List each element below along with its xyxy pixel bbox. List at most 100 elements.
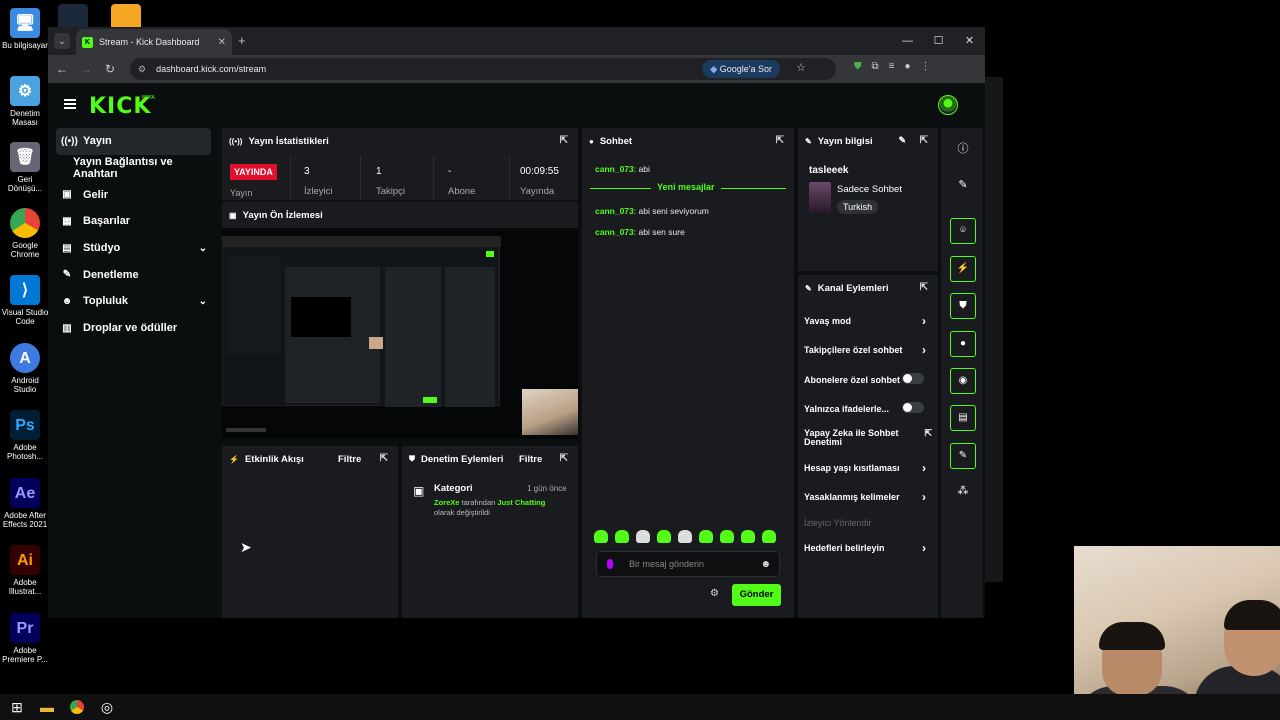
emoji-icon[interactable]: ☻ <box>760 559 771 570</box>
sidebar-item-denetleme[interactable]: ✎ Denetleme <box>56 261 211 288</box>
site-info-icon[interactable]: ⚙ <box>138 64 146 75</box>
minimize-icon[interactable]: — <box>892 27 923 55</box>
emote-icon[interactable] <box>741 530 755 543</box>
emote-icon[interactable] <box>720 530 734 543</box>
emote-icon[interactable] <box>762 530 776 543</box>
uptime-stat: 00:09:55 Yayında <box>520 166 559 197</box>
chat-settings-icon[interactable]: ⚙ <box>710 588 719 599</box>
start-icon[interactable]: ⊞ <box>4 696 30 718</box>
reload-icon[interactable]: ↻ <box>98 62 122 76</box>
sidebar-item-stream-key[interactable]: Yayın Bağlantısı ve Anahtarı <box>56 155 211 182</box>
edit-pencil-icon[interactable]: ✎ <box>950 178 976 191</box>
emote-icon[interactable] <box>699 530 713 543</box>
desktop-icon-premiere[interactable]: Pr Adobe Premiere P... <box>0 613 50 664</box>
emote-icon[interactable] <box>657 530 671 543</box>
chevron-right-icon: › <box>922 314 926 328</box>
profile-icon[interactable]: ● <box>904 61 910 72</box>
desktop-icon-computer[interactable]: 🖥 Bu bilgisayar <box>0 8 50 50</box>
taskbar-app-icon[interactable]: ◎ <box>94 696 120 718</box>
category-thumbnail[interactable] <box>809 182 831 212</box>
action-banned-words[interactable]: Yasaklanmış kelimeler › <box>804 490 932 504</box>
sidebar-item-studyo[interactable]: ▤ Stüdyo ⌄ <box>56 235 211 262</box>
action-emotes-only[interactable]: Yalnızca ifadelerle... <box>804 402 932 414</box>
chat-icon[interactable]: ● <box>950 331 976 357</box>
desktop-icon-chrome[interactable]: Google Chrome <box>0 208 50 259</box>
close-window-icon[interactable]: ✕ <box>954 27 985 55</box>
back-icon[interactable]: ← <box>50 62 74 76</box>
user-avatar[interactable] <box>938 95 958 115</box>
activity-filter-button[interactable]: Filtre <box>338 454 361 465</box>
wrench-icon[interactable]: ✎ <box>950 443 976 469</box>
dashboard-sidebar: ((•)) Yayın Yayın Bağlantısı ve Anahtarı … <box>56 128 211 342</box>
desktop-icon-vscode[interactable]: ⟩ Visual Studio Code <box>0 275 50 326</box>
tab-search-icon[interactable]: ⌄ <box>54 33 70 49</box>
action-followers-only[interactable]: Takipçilere özel sohbet › <box>804 343 932 357</box>
emote-icon[interactable] <box>636 530 650 543</box>
extensions-puzzle-icon[interactable]: ⧉ <box>872 61 879 72</box>
broadcast-icon[interactable]: ◉ <box>950 368 976 394</box>
divider <box>509 156 510 200</box>
stream-info-panel: ✎ Yayın bilgisi ✎ ⇱ tasleeek Sadece Sohbet … <box>798 128 938 271</box>
sidebar-item-yayin[interactable]: ((•)) Yayın <box>56 128 211 155</box>
popout-icon[interactable]: ⇱ <box>380 453 388 464</box>
taskbar-chrome-icon[interactable] <box>64 696 90 718</box>
desktop-icon-illustrator[interactable]: Ai Adobe Illustrat... <box>0 545 50 596</box>
stream-category[interactable]: Sadece Sohbet <box>837 184 902 195</box>
desktop-icon-android-studio[interactable]: A Android Studio <box>0 343 50 394</box>
popout-icon[interactable]: ⇱ <box>920 282 928 293</box>
emote-icon[interactable] <box>594 530 608 543</box>
info-icon[interactable]: ⓘ <box>950 140 976 156</box>
preview-video[interactable] <box>222 228 578 439</box>
drops-icon: ▥ <box>62 322 72 334</box>
bookmark-star-icon[interactable]: ☆ <box>796 61 806 74</box>
emote-icon[interactable] <box>678 530 692 543</box>
sidebar-item-basarilar[interactable]: ▦ Başarılar <box>56 208 211 235</box>
emotes-only-toggle[interactable] <box>902 402 924 413</box>
send-button[interactable]: Gönder <box>732 584 781 606</box>
desktop-icon-photoshop[interactable]: Ps Adobe Photosh... <box>0 410 50 461</box>
popout-icon[interactable]: ⇱ <box>560 135 568 146</box>
popout-icon[interactable]: ⇱ <box>920 135 928 146</box>
wrench-icon: ✎ <box>805 283 812 293</box>
popout-icon[interactable]: ⇱ <box>776 135 784 146</box>
hamburger-menu-icon[interactable] <box>64 99 76 109</box>
desktop-icon-recycle[interactable]: 🗑 Geri Dönüşü... <box>0 142 50 193</box>
edit-pencil-icon[interactable]: ✎ <box>898 135 906 146</box>
clip-icon[interactable]: ⌾ <box>950 218 976 244</box>
community-icon[interactable]: ⁂ <box>950 484 976 497</box>
close-tab-icon[interactable]: ✕ <box>218 37 226 48</box>
subscribers-only-toggle[interactable] <box>902 373 924 384</box>
forward-icon[interactable]: → <box>74 62 98 76</box>
action-subscribers-only[interactable]: Abonelere özel sohbet <box>804 373 932 385</box>
mod-filter-button[interactable]: Filtre <box>519 454 542 465</box>
shield-extension-icon[interactable]: ⛊ <box>854 61 862 72</box>
chrome-icon <box>10 208 40 238</box>
url-field[interactable]: ⚙ dashboard.kick.com/stream ◈ Google'a S… <box>130 58 836 80</box>
chat-input[interactable]: Bir mesaj gönderin ☻ <box>596 551 780 577</box>
sidebar-item-gelir[interactable]: ▣ Gelir <box>56 181 211 208</box>
microphone-icon[interactable] <box>607 559 613 569</box>
popout-icon[interactable]: ⇱ <box>560 453 568 464</box>
channel-actions-panel: ✎ Kanal Eylemleri ⇱ Yavaş mod › Takipçilere… <box>798 275 938 618</box>
action-ai-moderation[interactable]: Yapay Zeka ile Sohbet Denetimi ⇱ <box>804 429 932 447</box>
browser-tab[interactable]: K Stream - Kick Dashboard ✕ <box>76 29 232 55</box>
media-controls-icon[interactable]: ≡ <box>889 61 895 72</box>
photoshop-icon: Ps <box>10 410 40 440</box>
action-account-age[interactable]: Hesap yaşı kısıtlaması › <box>804 461 932 475</box>
emote-icon[interactable] <box>615 530 629 543</box>
maximize-icon[interactable]: ☐ <box>923 27 954 55</box>
sidebar-item-droplar[interactable]: ▥ Droplar ve ödüller <box>56 315 211 342</box>
desktop-icon-control-panel[interactable]: ⚙ Denetim Masası <box>0 76 50 127</box>
lightning-icon[interactable]: ⚡ <box>950 256 976 282</box>
lightning-icon: ⚡ <box>229 454 239 464</box>
sidebar-item-topluluk[interactable]: ☻ Topluluk ⌄ <box>56 288 211 315</box>
desktop-icon-after-effects[interactable]: Ae Adobe After Effects 2021 <box>0 478 50 529</box>
google-sor-button[interactable]: ◈ Google'a Sor <box>702 60 780 78</box>
action-set-goals[interactable]: Hedefleri belirleyin › <box>804 541 932 555</box>
layout-icon[interactable]: ▤ <box>950 405 976 431</box>
action-slow-mode[interactable]: Yavaş mod › <box>804 314 932 328</box>
new-tab-icon[interactable]: + <box>238 33 246 48</box>
file-explorer-icon[interactable]: ▬ <box>34 696 60 718</box>
menu-dots-icon[interactable]: ⋮ <box>921 61 931 72</box>
shield-icon[interactable]: ⛊ <box>950 293 976 319</box>
